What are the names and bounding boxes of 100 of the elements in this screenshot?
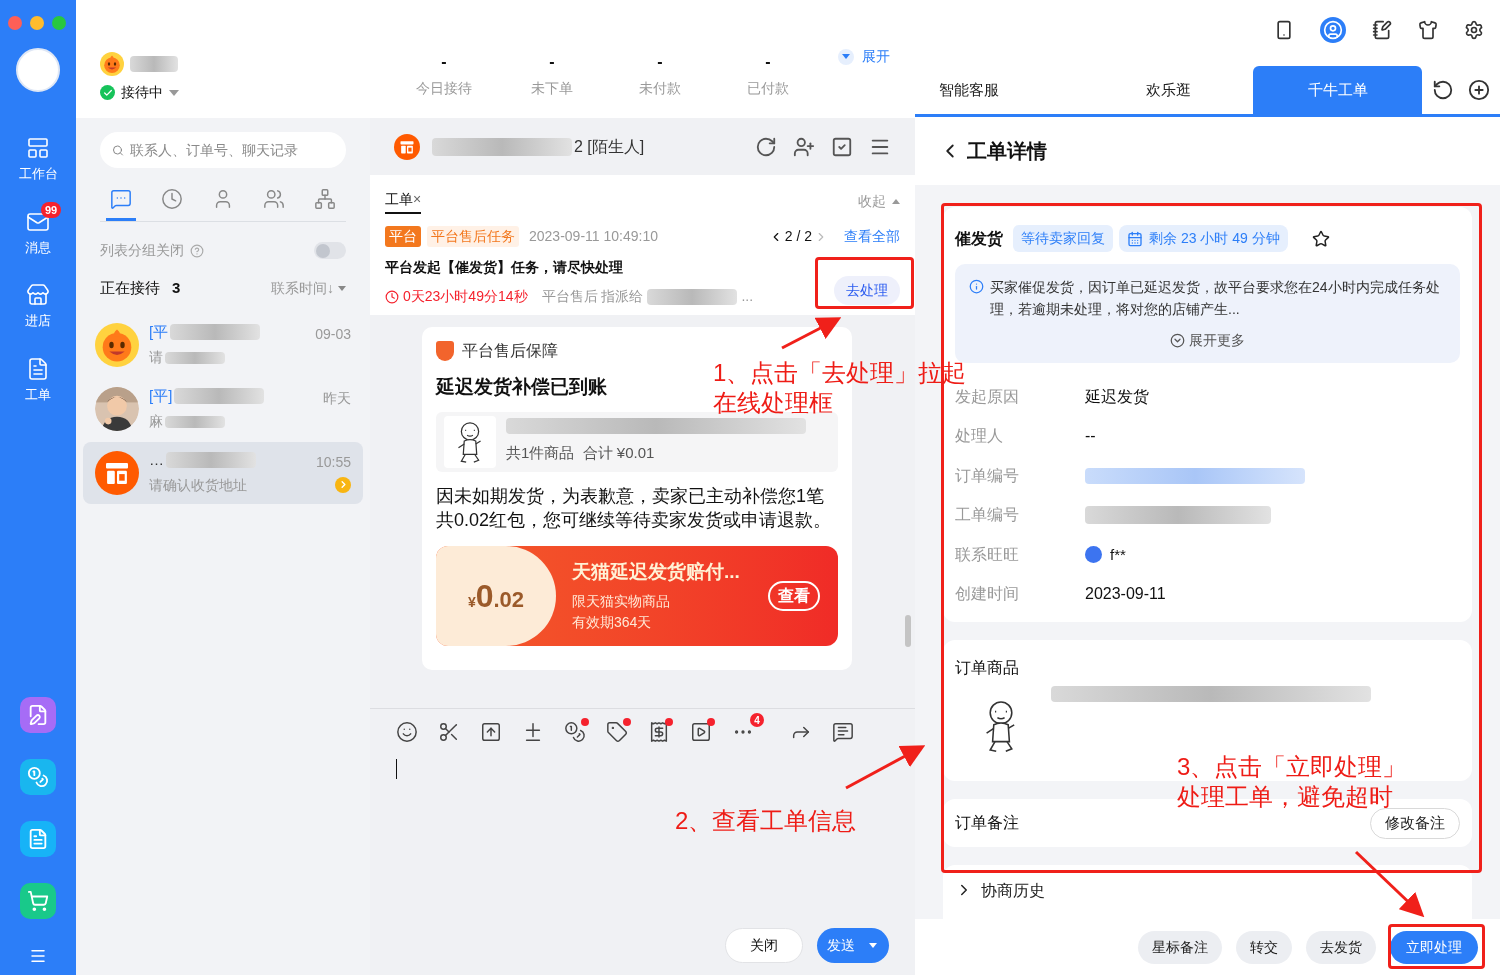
- task-title: 平台发起【催发货】任务，请尽快处理: [385, 258, 624, 277]
- store-avatar[interactable]: [16, 48, 60, 92]
- close-tab-button[interactable]: ×: [413, 189, 422, 210]
- clock-icon: [161, 188, 183, 210]
- history-card[interactable]: 协商历史: [943, 865, 1472, 919]
- field-value: 延迟发货: [1085, 386, 1149, 407]
- quick-reply-icon[interactable]: [832, 721, 854, 743]
- status-dropdown[interactable]: 接待中: [121, 82, 179, 103]
- stat-value: -: [765, 52, 771, 72]
- section-title: 订单备注: [955, 813, 1019, 834]
- chevron-down-icon: [1170, 333, 1185, 348]
- workorder-tab[interactable]: 工单: [385, 189, 413, 210]
- group-toggle[interactable]: [314, 242, 346, 259]
- contact-name: [平: [149, 321, 169, 342]
- shirt-icon[interactable]: [1418, 20, 1438, 40]
- message-body: 因未如期发货，为表歉意，卖家已主动补偿您1笔共0.02红包，您可继续等待卖家发货或申请退款。: [436, 484, 833, 532]
- panel-tab[interactable]: 智能客服: [915, 66, 1084, 114]
- settings-icon[interactable]: [1464, 20, 1484, 40]
- view-all-link[interactable]: 查看全部: [844, 226, 900, 247]
- sort-dropdown[interactable]: 联系时间↓: [271, 277, 346, 299]
- panel-tab[interactable]: 千牛工单: [1253, 66, 1422, 114]
- dashboard-icon: [26, 136, 50, 160]
- expand-button[interactable]: 展开: [838, 46, 890, 67]
- mascot-avatar: [100, 52, 124, 76]
- action-button[interactable]: 星标备注: [1138, 930, 1222, 964]
- action-button[interactable]: 转交: [1236, 930, 1292, 964]
- document-app-icon[interactable]: [20, 821, 56, 857]
- info-icon: [969, 279, 984, 294]
- scissors-icon[interactable]: [438, 721, 460, 743]
- close-button[interactable]: 关闭: [725, 928, 803, 963]
- page-title: 工单详情: [967, 139, 1047, 164]
- contact-item[interactable]: … 请确认收货地址 10:55: [83, 441, 363, 504]
- send-button[interactable]: 发送: [817, 928, 889, 963]
- coin-icon[interactable]: [564, 721, 586, 743]
- stat-label: 已付款: [747, 79, 789, 98]
- emoji-icon[interactable]: [396, 721, 418, 743]
- annotation-text: 3、点击「立即处理」: [1177, 752, 1407, 782]
- task-icon[interactable]: [831, 135, 853, 158]
- field-label: 订单编号: [955, 465, 1020, 486]
- search-field[interactable]: 联系人、订单号、聊天记录: [100, 132, 346, 168]
- transfer-icon: [335, 476, 351, 493]
- stat-value: -: [441, 52, 447, 72]
- sidebar-item[interactable]: 工单: [8, 356, 68, 404]
- platform-tag: 平台: [385, 226, 421, 247]
- section-title: 订单商品: [955, 659, 1019, 676]
- document-icon: [26, 356, 50, 381]
- coupon-validity: 有效期364天: [572, 612, 653, 632]
- order-type: 催发货: [955, 228, 1003, 250]
- group-icon: [263, 188, 285, 210]
- message-preview: 请: [149, 348, 163, 368]
- sidebar-item[interactable]: 进店: [8, 283, 68, 331]
- chat-bubble-icon[interactable]: [1085, 546, 1102, 564]
- refresh-icon[interactable]: [755, 135, 777, 158]
- store-icon: [26, 283, 50, 307]
- count-badge: 4: [750, 713, 764, 727]
- field-value: --: [1085, 426, 1096, 447]
- action-button[interactable]: 立即处理: [1390, 930, 1478, 964]
- collapse-button[interactable]: 收起: [858, 191, 900, 212]
- notes-app-icon[interactable]: [20, 697, 56, 733]
- action-button[interactable]: 去发货: [1306, 930, 1376, 964]
- video-icon[interactable]: [690, 721, 712, 743]
- coupon-scope: 限天猫实物商品: [572, 591, 671, 611]
- receipt-icon[interactable]: [648, 721, 670, 743]
- cart-app-icon[interactable]: [20, 883, 56, 919]
- scrollbar-thumb[interactable]: [905, 615, 911, 647]
- profile-icon[interactable]: [1320, 17, 1346, 43]
- add-icon[interactable]: [1468, 79, 1490, 101]
- status-tag: 等待卖家回复: [1013, 225, 1113, 252]
- upload-icon[interactable]: [480, 721, 502, 743]
- menu-icon[interactable]: [29, 947, 47, 965]
- tag-icon[interactable]: [606, 721, 628, 743]
- message-source: 平台售后保障: [462, 341, 558, 361]
- panel-tab[interactable]: 欢乐逛: [1084, 66, 1253, 114]
- coupon-card[interactable]: ¥0.02 天猫延迟发货赔付... 限天猫实物商品 有效期364天 查看: [436, 545, 838, 646]
- phone-icon[interactable]: [1274, 20, 1294, 40]
- clock-icon: [385, 289, 399, 304]
- contact-name: …: [149, 449, 164, 470]
- search-input[interactable]: 联系人、订单号、聊天记录: [129, 139, 334, 161]
- caret-icon: [838, 48, 854, 65]
- stat-value: -: [549, 52, 555, 72]
- contact-item[interactable]: [平 请 09-03: [83, 313, 363, 376]
- online-status-icon: [100, 85, 115, 100]
- search-icon: [112, 143, 124, 157]
- field-label: 联系旺旺: [955, 544, 1020, 565]
- message-preview: 麻: [149, 412, 163, 432]
- notes-icon[interactable]: [1372, 20, 1392, 40]
- reset-icon[interactable]: [1432, 79, 1454, 101]
- sidebar-item[interactable]: 工作台: [8, 136, 68, 184]
- view-coupon-button[interactable]: 查看: [768, 580, 820, 611]
- process-button[interactable]: 去处理: [834, 276, 900, 305]
- contact-tab[interactable]: [106, 188, 136, 221]
- contact-time: 10:55: [315, 452, 351, 472]
- unread-badge: 99: [41, 201, 62, 218]
- org-icon: [314, 188, 336, 210]
- expand-more-button[interactable]: 展开更多: [1170, 330, 1245, 351]
- add-contact-icon[interactable]: [793, 135, 815, 158]
- star-icon[interactable]: [1311, 229, 1330, 248]
- redacted-bar: [165, 351, 225, 364]
- contact-item[interactable]: [平] 麻 昨天: [83, 377, 363, 440]
- arrow: [781, 317, 842, 350]
